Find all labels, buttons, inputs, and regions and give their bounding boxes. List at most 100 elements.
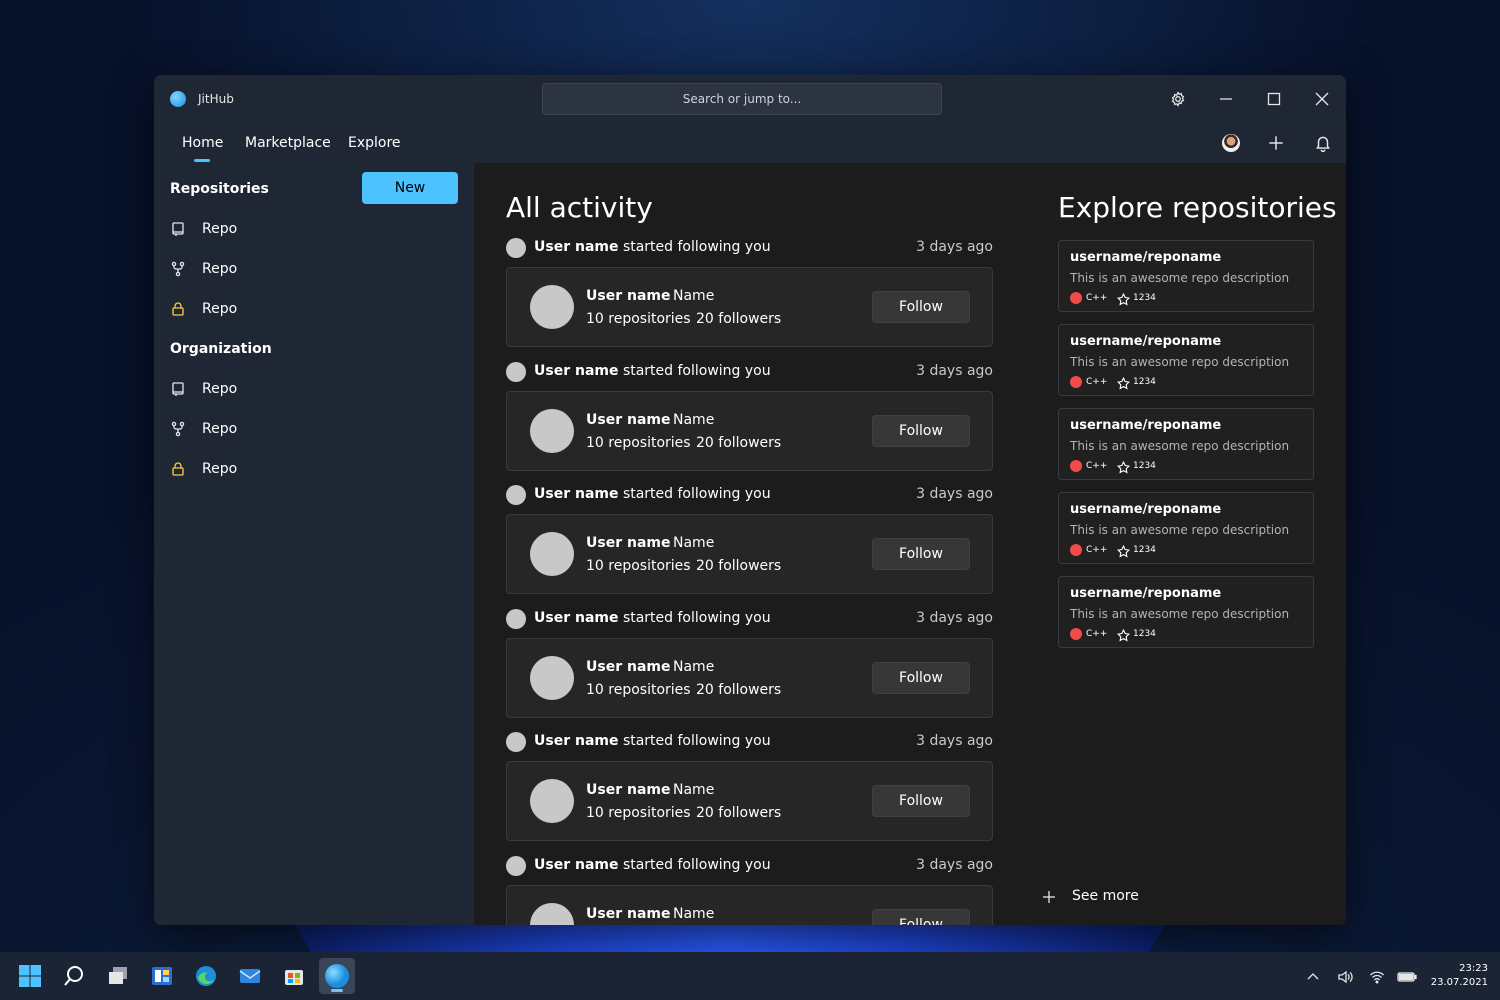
follow-button[interactable]: Follow — [872, 908, 970, 925]
user-card: User name Name 10 repositories 20 followers… — [506, 267, 993, 347]
user-avatar[interactable] — [1222, 134, 1240, 152]
activity-event: User name started following you 3 days ag… — [506, 731, 993, 841]
event-user-link[interactable]: User name — [534, 239, 618, 255]
language-color-dot — [1070, 292, 1082, 304]
star-icon — [1116, 459, 1131, 474]
clock-date: 23.07.2021 — [1430, 977, 1488, 988]
user-card-name: Name — [673, 411, 715, 428]
event-timestamp: 3 days ago — [916, 362, 993, 379]
widgets-icon[interactable] — [144, 958, 180, 994]
user-card-repositories: 10 repositories — [586, 558, 691, 574]
event-action: started following you — [622, 856, 771, 873]
sidebar-item-org-repo[interactable]: Repo — [170, 415, 450, 445]
event-user-link[interactable]: User name — [534, 857, 618, 873]
event-user-avatar[interactable] — [506, 361, 526, 382]
settings-gear-icon[interactable] — [1166, 87, 1190, 111]
edge-browser-icon[interactable] — [188, 958, 224, 994]
user-card-username[interactable]: User name — [586, 782, 670, 798]
user-card-avatar[interactable] — [530, 902, 574, 925]
sidebar-item-repo[interactable]: Repo — [170, 255, 450, 285]
user-card-avatar[interactable] — [530, 532, 574, 576]
taskbar: 23:23 23.07.2021 — [0, 952, 1500, 1000]
explore-panel: Explore repositories username/reponame Th… — [1026, 163, 1346, 925]
system-clock[interactable]: 23:23 23.07.2021 — [1431, 962, 1488, 990]
add-icon[interactable] — [1264, 131, 1288, 155]
notifications-bell-icon[interactable] — [1311, 131, 1335, 155]
repo-card[interactable]: username/reponame This is an awesome repo… — [1058, 576, 1314, 648]
store-icon[interactable] — [276, 958, 312, 994]
user-card-username[interactable]: User name — [586, 412, 670, 428]
follow-button[interactable]: Follow — [872, 414, 970, 447]
event-user-avatar[interactable] — [506, 608, 526, 629]
repo-name[interactable]: username/reponame — [1070, 250, 1221, 265]
mail-icon[interactable] — [232, 958, 268, 994]
event-user-link[interactable]: User name — [534, 486, 618, 502]
sidebar-item-org-repo[interactable]: Repo — [170, 455, 450, 485]
user-card-avatar[interactable] — [530, 779, 574, 823]
volume-icon[interactable] — [1334, 966, 1356, 988]
user-card-repositories: 10 repositories — [586, 434, 691, 451]
close-icon[interactable] — [1310, 87, 1334, 111]
repo-description: This is an awesome repo description — [1070, 271, 1290, 285]
event-user-avatar[interactable] — [506, 732, 526, 752]
event-user-link[interactable]: User name — [534, 610, 618, 626]
repo-name[interactable]: username/reponame — [1070, 502, 1221, 517]
user-card-username[interactable]: User name — [586, 535, 670, 551]
new-repo-button[interactable]: New — [362, 172, 458, 204]
user-card-username[interactable]: User name — [586, 288, 670, 304]
chevron-up-icon[interactable] — [1302, 966, 1324, 988]
lock-icon — [170, 461, 186, 477]
task-view-icon[interactable] — [100, 958, 136, 994]
user-card-username[interactable]: User name — [586, 659, 670, 675]
see-more-button[interactable]: See more — [1042, 887, 1242, 913]
wifi-icon[interactable] — [1366, 966, 1388, 988]
user-card-followers: 20 followers — [696, 558, 782, 574]
event-user-avatar[interactable] — [506, 855, 526, 876]
user-card-username[interactable]: User name — [586, 906, 670, 922]
user-card-avatar[interactable] — [530, 285, 574, 329]
repo-card[interactable]: username/reponame This is an awesome repo… — [1058, 240, 1314, 312]
user-card: User name Name 10 repositories 20 followers… — [506, 390, 993, 471]
user-card-avatar[interactable] — [530, 655, 574, 700]
repo-language: C++ — [1086, 545, 1108, 555]
app-title: JitHub — [198, 92, 234, 106]
sidebar-item-repo[interactable]: Repo — [170, 295, 450, 325]
event-action: started following you — [622, 486, 771, 502]
search-icon[interactable] — [56, 958, 92, 994]
repo-card[interactable]: username/reponame This is an awesome repo… — [1058, 408, 1314, 480]
user-card-avatar[interactable] — [530, 408, 574, 453]
repo-stars: 1234 — [1133, 377, 1156, 387]
star-icon — [1116, 375, 1131, 390]
event-text: User name started following you — [534, 239, 771, 255]
follow-button[interactable]: Follow — [872, 785, 970, 817]
sidebar-item-org-repo[interactable]: Repo — [170, 375, 450, 405]
event-text: User name started following you — [534, 733, 771, 749]
minimize-icon[interactable] — [1214, 87, 1238, 111]
repo-name[interactable]: username/reponame — [1070, 334, 1221, 349]
event-user-link[interactable]: User name — [534, 363, 618, 379]
tab-explore[interactable]: Explore — [348, 135, 401, 151]
repo-description: This is an awesome repo description — [1070, 355, 1290, 369]
battery-icon[interactable] — [1396, 966, 1418, 988]
repo-name[interactable]: username/reponame — [1070, 586, 1221, 601]
event-header: User name started following you 3 days ag… — [506, 484, 993, 506]
start-windows-icon[interactable] — [12, 958, 48, 994]
maximize-icon[interactable] — [1262, 87, 1286, 111]
repo-name[interactable]: username/reponame — [1070, 418, 1221, 433]
follow-button[interactable]: Follow — [872, 291, 970, 323]
event-user-avatar[interactable] — [506, 238, 526, 258]
user-card-followers: 20 followers — [696, 681, 782, 698]
event-user-avatar[interactable] — [506, 485, 526, 505]
repo-card[interactable]: username/reponame This is an awesome repo… — [1058, 324, 1314, 396]
tab-marketplace[interactable]: Marketplace — [245, 135, 331, 151]
star-icon — [1116, 291, 1131, 306]
event-user-link[interactable]: User name — [534, 733, 618, 749]
tab-home[interactable]: Home — [182, 135, 223, 151]
activity-event: User name started following you 3 days ag… — [506, 361, 993, 471]
follow-button[interactable]: Follow — [872, 661, 970, 694]
search-input[interactable]: Search or jump to... — [542, 83, 942, 115]
follow-button[interactable]: Follow — [872, 538, 970, 570]
jithub-app-icon[interactable] — [319, 958, 355, 994]
repo-card[interactable]: username/reponame This is an awesome repo… — [1058, 492, 1314, 564]
sidebar-item-repo[interactable]: Repo — [170, 215, 450, 245]
